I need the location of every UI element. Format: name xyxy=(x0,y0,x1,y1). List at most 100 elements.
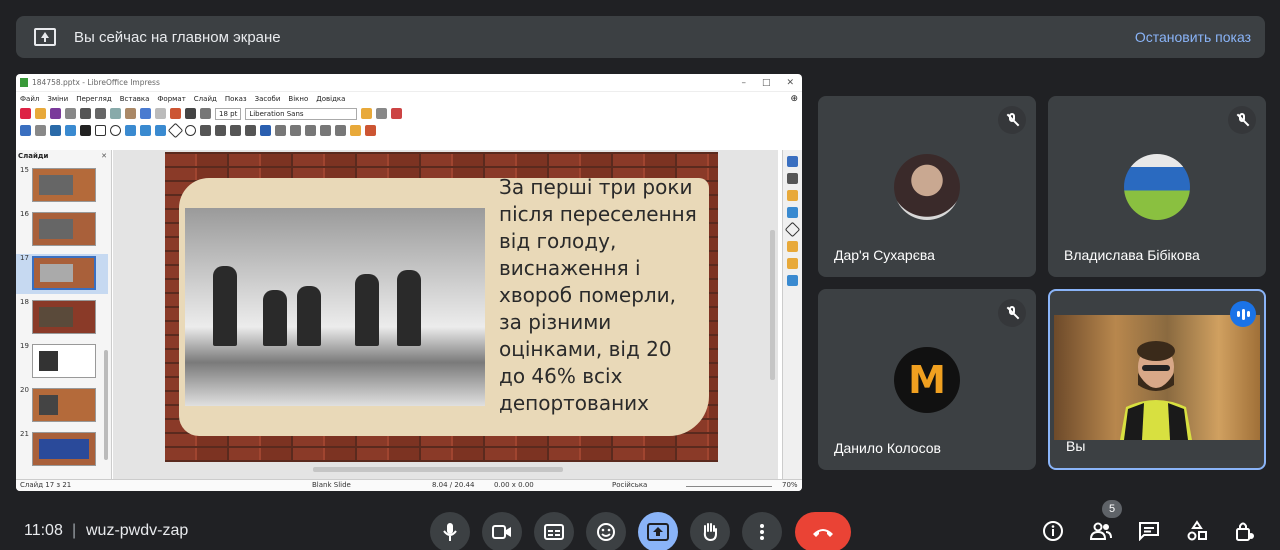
arrange-icon[interactable] xyxy=(305,125,316,136)
participant-tile[interactable]: Владислава Бібікова xyxy=(1048,96,1266,277)
captions-button[interactable] xyxy=(534,512,574,550)
rectangle-icon[interactable] xyxy=(95,125,106,136)
cut-icon[interactable] xyxy=(95,108,106,119)
transition-icon[interactable] xyxy=(787,275,798,286)
properties-icon[interactable] xyxy=(787,156,798,167)
copy-icon[interactable] xyxy=(110,108,121,119)
people-button[interactable] xyxy=(1088,518,1114,544)
current-slide[interactable]: За перші три роки після переселення від … xyxy=(165,152,718,462)
standard-toolbar: 18 pt Liberation Sans xyxy=(16,105,802,122)
language[interactable]: Російська xyxy=(612,481,647,489)
line-color-icon[interactable] xyxy=(50,125,61,136)
print-icon[interactable] xyxy=(80,108,91,119)
font-size-field[interactable]: 18 pt xyxy=(215,107,242,120)
leave-call-button[interactable] xyxy=(795,512,851,550)
self-tile[interactable]: Вы xyxy=(1048,289,1266,470)
menu-insert[interactable]: Вставка xyxy=(120,95,150,103)
microphone-button[interactable] xyxy=(430,512,470,550)
participant-tile[interactable]: Дар'я Сухарєва xyxy=(818,96,1036,277)
line-tool-icon[interactable] xyxy=(80,125,91,136)
present-button[interactable] xyxy=(638,512,678,550)
new-doc-icon[interactable] xyxy=(20,108,31,119)
open-icon[interactable] xyxy=(35,108,46,119)
meeting-code[interactable]: wuz-pwdv-zap xyxy=(86,522,188,540)
zoom-slider[interactable] xyxy=(686,486,772,487)
arrow-icon[interactable] xyxy=(125,125,136,136)
delete-slide-icon[interactable] xyxy=(391,108,403,119)
gallery-icon[interactable] xyxy=(787,190,798,201)
animation-icon[interactable] xyxy=(787,258,798,269)
slide-thumbnail[interactable]: 19 xyxy=(16,342,108,382)
menu-tools[interactable]: Засоби xyxy=(255,95,281,103)
curve-icon[interactable] xyxy=(140,125,151,136)
stars-icon[interactable] xyxy=(245,125,256,136)
zoom-icon[interactable] xyxy=(35,125,46,136)
table-icon[interactable] xyxy=(361,108,373,119)
menu-file[interactable]: Файл xyxy=(20,95,39,103)
zoom-level[interactable]: 70% xyxy=(782,481,798,489)
connector-icon[interactable] xyxy=(155,125,166,136)
slide-thumbnail[interactable]: 16 xyxy=(16,210,108,250)
panel-scrollbar[interactable] xyxy=(104,350,108,460)
vertical-scrollbar[interactable] xyxy=(770,230,775,380)
symbol-shapes-icon[interactable] xyxy=(185,125,196,136)
export-icon[interactable] xyxy=(65,108,76,119)
minimize-icon[interactable]: – xyxy=(741,78,746,88)
interaction-icon[interactable] xyxy=(365,125,376,136)
align-objects-icon[interactable] xyxy=(290,125,301,136)
globe-icon[interactable]: ⊕ xyxy=(790,94,798,104)
stop-presenting-button[interactable]: Остановить показ xyxy=(1135,29,1251,45)
reactions-button[interactable] xyxy=(586,512,626,550)
meeting-info-button[interactable] xyxy=(1040,518,1066,544)
activities-icon xyxy=(1187,520,1207,541)
basic-shapes-icon[interactable] xyxy=(167,122,184,139)
menu-format[interactable]: Формат xyxy=(157,95,185,103)
block-arrows-icon[interactable] xyxy=(200,125,211,136)
panel-close-icon[interactable]: ✕ xyxy=(101,152,107,160)
undo-icon[interactable] xyxy=(140,108,151,119)
shadow-icon[interactable] xyxy=(320,125,331,136)
filter-icon[interactable] xyxy=(350,125,361,136)
save-icon[interactable] xyxy=(50,108,61,119)
slide-thumbnail-active[interactable]: 17 xyxy=(16,254,108,294)
raise-hand-button[interactable] xyxy=(690,512,730,550)
master-slides-icon[interactable] xyxy=(787,241,798,252)
rotate-icon[interactable] xyxy=(275,125,286,136)
redo-icon[interactable] xyxy=(155,108,166,119)
paste-icon[interactable] xyxy=(125,108,136,119)
menu-view[interactable]: Перегляд xyxy=(76,95,112,103)
slide-thumbnail[interactable]: 18 xyxy=(16,298,108,338)
3d-objects-icon[interactable] xyxy=(260,125,271,136)
select-icon[interactable] xyxy=(20,125,31,136)
callouts-icon[interactable] xyxy=(230,125,241,136)
crop-icon[interactable] xyxy=(335,125,346,136)
host-controls-button[interactable] xyxy=(1232,518,1258,544)
menu-slide[interactable]: Слайд xyxy=(194,95,217,103)
styles-icon[interactable] xyxy=(787,173,798,184)
menu-show[interactable]: Показ xyxy=(225,95,247,103)
image-icon[interactable] xyxy=(376,108,388,119)
font-color-icon[interactable] xyxy=(170,108,181,119)
close-icon[interactable]: ✕ xyxy=(786,78,794,88)
flowchart-icon[interactable] xyxy=(215,125,226,136)
slide-thumbnail[interactable]: 15 xyxy=(16,166,108,206)
more-options-button[interactable] xyxy=(742,512,782,550)
menu-edit[interactable]: Зміни xyxy=(47,95,68,103)
participant-tile[interactable]: M Данило Колосов xyxy=(818,289,1036,470)
fill-color-icon[interactable] xyxy=(65,125,76,136)
ellipse-icon[interactable] xyxy=(110,125,121,136)
font-name-field[interactable]: Liberation Sans xyxy=(245,107,358,120)
menu-help[interactable]: Довідка xyxy=(316,95,345,103)
camera-button[interactable] xyxy=(482,512,522,550)
activities-button[interactable] xyxy=(1184,518,1210,544)
menu-window[interactable]: Вікно xyxy=(288,95,308,103)
horizontal-scrollbar[interactable] xyxy=(313,467,563,472)
navigator-icon[interactable] xyxy=(787,207,798,218)
chat-button[interactable] xyxy=(1136,518,1162,544)
align-icon[interactable] xyxy=(200,108,211,119)
slide-thumbnail[interactable]: 21 xyxy=(16,430,108,470)
shapes-icon[interactable] xyxy=(784,221,801,238)
maximize-icon[interactable]: □ xyxy=(762,78,771,88)
italic-icon[interactable] xyxy=(185,108,196,119)
slide-thumbnail[interactable]: 20 xyxy=(16,386,108,426)
